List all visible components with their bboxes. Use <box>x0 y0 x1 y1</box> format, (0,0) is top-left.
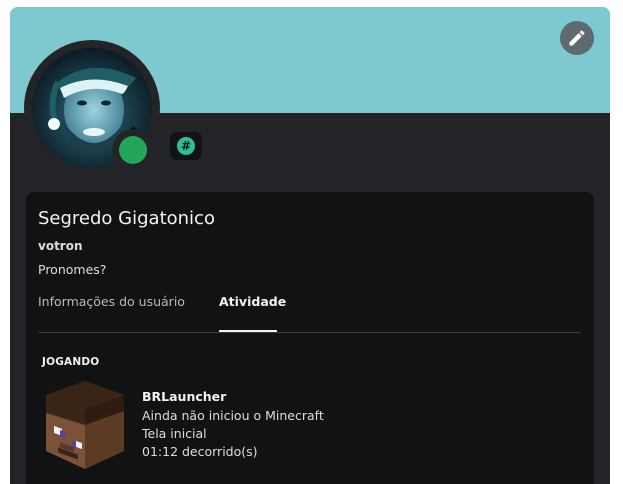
active-tab-indicator <box>219 330 277 332</box>
section-title-playing: JOGANDO <box>42 356 100 368</box>
tabs-divider <box>38 332 581 333</box>
pencil-icon <box>569 30 585 46</box>
activity-elapsed: 01:12 decorrido(s) <box>142 444 258 459</box>
hash-icon: # <box>177 137 195 155</box>
activity-details: Ainda não iniciou o Minecraft <box>142 408 324 423</box>
display-name: Segredo Gigatonico <box>38 208 215 229</box>
activity-state: Tela inicial <box>142 426 207 441</box>
edit-profile-button[interactable] <box>560 21 594 55</box>
pronouns: Pronomes? <box>38 262 107 277</box>
hash-badge[interactable]: # <box>170 132 202 160</box>
tab-user-info[interactable]: Informações do usuário <box>38 294 185 309</box>
username[interactable]: votron <box>38 239 83 253</box>
online-status-indicator <box>119 136 147 164</box>
activity-game-name: BRLauncher <box>142 389 227 404</box>
minecraft-steve-head-icon <box>46 381 124 469</box>
tab-activity[interactable]: Atividade <box>219 294 286 309</box>
profile-card: # Segredo Gigatonico votron Pronomes? In… <box>10 7 610 484</box>
profile-info-panel: Segredo Gigatonico votron Pronomes? Info… <box>26 192 594 484</box>
